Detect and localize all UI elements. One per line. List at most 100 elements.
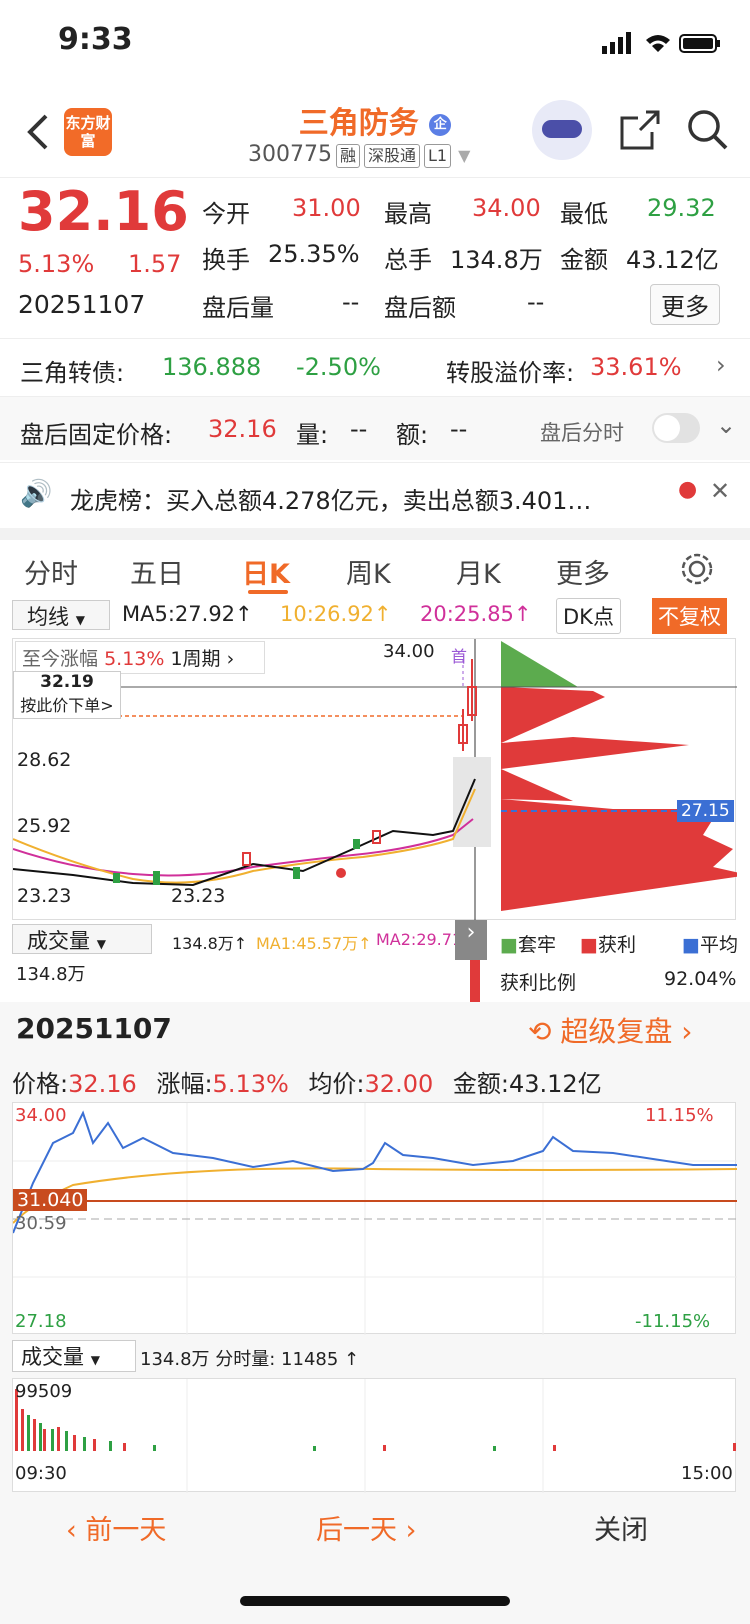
ma-select-label: 均线 bbox=[27, 605, 69, 629]
y-tick-3: 23.23 bbox=[17, 885, 72, 907]
convertible-bond-row[interactable]: 三角转债: 136.888 -2.50% 转股溢价率: 33.61% › bbox=[0, 338, 750, 394]
kline-svg bbox=[12, 639, 749, 921]
volume-select[interactable]: 成交量 ▼ bbox=[12, 924, 152, 954]
high-value: 34.00 bbox=[472, 194, 541, 222]
notice-text: 龙虎榜：买入总额4.278亿元，卖出总额3.401… bbox=[70, 487, 592, 515]
volume-label: 总手 bbox=[384, 246, 432, 274]
ah-price-value: 32.16 bbox=[208, 415, 277, 443]
cursor-price-box[interactable]: 32.19 按此价下单> bbox=[13, 671, 121, 719]
last-price: 32.16 bbox=[18, 180, 189, 243]
intraday-top-pct: 11.15% bbox=[645, 1105, 714, 1126]
intraday-volume-svg bbox=[15, 1379, 736, 1493]
chevron-down-icon[interactable]: ⌄ bbox=[716, 411, 736, 439]
ah-amount-value: -- bbox=[527, 288, 545, 316]
high-label: 最高 bbox=[384, 200, 432, 228]
time-end: 15:00 bbox=[681, 1463, 733, 1484]
prev-day-button[interactable]: ‹ 前一天 bbox=[66, 1508, 166, 1547]
intraday-mid: 30.59 bbox=[15, 1213, 67, 1234]
volume-bar bbox=[470, 960, 480, 1002]
signal-wifi-battery-icon bbox=[602, 32, 720, 54]
ah-vol-label: 量: bbox=[296, 421, 329, 449]
rise-period: 1周期 bbox=[170, 648, 221, 670]
open-value: 31.00 bbox=[292, 194, 361, 222]
change-amount: 1.57 bbox=[128, 250, 182, 278]
order-at-price-link[interactable]: 按此价下单> bbox=[14, 692, 120, 716]
bond-label: 三角转债: bbox=[20, 359, 125, 387]
next-day-label: 后一天 bbox=[316, 1515, 397, 1546]
divider bbox=[0, 528, 750, 540]
pct-value: 5.13% bbox=[212, 1070, 289, 1098]
volume-total: 134.8万↑ bbox=[172, 934, 248, 953]
dragon-tiger-notice[interactable]: 🔊 龙虎榜：买入总额4.278亿元，卖出总额3.401… ● ✕ bbox=[0, 462, 750, 528]
collapse-chip-button[interactable]: › bbox=[455, 920, 487, 960]
stock-name[interactable]: 三角防务 bbox=[299, 106, 419, 141]
close-icon[interactable]: ✕ bbox=[710, 477, 730, 505]
rise-value: 5.13% bbox=[104, 648, 165, 670]
intraday-chart[interactable]: 34.00 11.15% 31.040 30.59 27.18 -11.15% bbox=[12, 1102, 738, 1335]
ah-amount-label: 盘后额 bbox=[384, 294, 456, 322]
ma20-label: 20:25.85↑ bbox=[420, 602, 532, 626]
robot-avatar-icon[interactable] bbox=[532, 100, 592, 160]
rise-info[interactable]: 至今涨幅 5.13% 1周期 › bbox=[15, 641, 265, 674]
enterprise-badge: 企 bbox=[429, 113, 452, 136]
change-pct: 5.13% bbox=[18, 250, 95, 278]
premium-value: 33.61% bbox=[590, 353, 682, 381]
tab-five-day[interactable]: 五日 bbox=[130, 552, 184, 591]
red-dot-icon: ● bbox=[678, 477, 698, 502]
amount-label: 金额 bbox=[560, 246, 608, 274]
chevron-down-icon[interactable]: ▼ bbox=[458, 146, 470, 165]
super-replay-link[interactable]: ⟲ 超级复盘 › bbox=[528, 1010, 693, 1050]
tab-daily-k[interactable]: 日K bbox=[242, 552, 290, 591]
premium-label: 转股溢价率: bbox=[446, 359, 575, 387]
search-icon[interactable] bbox=[686, 108, 730, 152]
ah-toggle[interactable] bbox=[652, 413, 700, 443]
prev-day-label: 前一天 bbox=[85, 1515, 167, 1546]
high-mark: 34.00 bbox=[383, 641, 435, 662]
turnover-label: 换手 bbox=[202, 246, 250, 274]
next-day-button[interactable]: 后一天 › bbox=[316, 1508, 416, 1547]
status-icons bbox=[602, 32, 722, 54]
chip-distribution bbox=[501, 641, 749, 911]
time-start: 09:30 bbox=[15, 1463, 67, 1484]
intraday-volume-info: 134.8万 分时量: 11485 ↑ bbox=[140, 1349, 360, 1370]
intraday-volume-chart: 99509 09:30 15:00 bbox=[12, 1378, 736, 1493]
stock-header: 东方财富 三角防务 企 300775 融深股通 L1 ▼ bbox=[0, 92, 750, 178]
volume-value: 134.8万 bbox=[450, 246, 543, 274]
price-value: 32.16 bbox=[68, 1070, 137, 1098]
y-tick-2: 25.92 bbox=[17, 815, 72, 837]
tag-margin: 融 bbox=[335, 144, 360, 168]
amount-value: 43.12亿 bbox=[626, 246, 719, 274]
y-tick-1: 28.62 bbox=[17, 749, 72, 771]
ah-toggle-label: 盘后分时 bbox=[540, 421, 624, 445]
low-mark: 23.23 bbox=[171, 885, 226, 907]
kline-chart[interactable]: 至今涨幅 5.13% 1周期 › 32.19 按此价下单> 34.00 首 28… bbox=[12, 638, 749, 921]
rise-label: 至今涨幅 bbox=[22, 648, 99, 670]
ah-vol-value: -- bbox=[350, 415, 368, 443]
tab-intraday[interactable]: 分时 bbox=[24, 552, 78, 591]
home-indicator bbox=[240, 1596, 510, 1606]
ma5-label: MA5:27.92↑ bbox=[122, 602, 253, 626]
tab-weekly-k[interactable]: 周K bbox=[346, 552, 391, 591]
close-button[interactable]: 关闭 bbox=[594, 1508, 648, 1547]
dk-point-button[interactable]: DK点 bbox=[556, 598, 621, 634]
after-hours-row: 盘后固定价格: 32.16 量: -- 额: -- 盘后分时 ⌄ bbox=[0, 396, 750, 460]
ah-volume-label: 盘后量 bbox=[202, 294, 274, 322]
low-label: 最低 bbox=[560, 200, 608, 228]
adjust-button[interactable]: 不复权 bbox=[652, 598, 727, 634]
more-quote-button[interactable]: 更多 bbox=[650, 284, 720, 325]
ah-amt-value: -- bbox=[450, 415, 468, 443]
pct-label: 涨幅: bbox=[156, 1070, 213, 1098]
tab-monthly-k[interactable]: 月K bbox=[456, 552, 501, 591]
ma-select[interactable]: 均线 ▼ bbox=[12, 600, 110, 630]
intraday-volume-select[interactable]: 成交量 ▼ bbox=[12, 1340, 136, 1372]
share-icon[interactable] bbox=[618, 108, 662, 152]
legend-trapped: 套牢 bbox=[517, 934, 556, 956]
amount-value: 43.12亿 bbox=[508, 1070, 602, 1098]
history-icon: ⟲ bbox=[528, 1015, 552, 1048]
gear-icon[interactable] bbox=[680, 552, 714, 586]
status-time: 9:33 bbox=[58, 22, 133, 57]
bond-pct: -2.50% bbox=[296, 353, 381, 381]
volume-select-label: 成交量 bbox=[27, 929, 90, 953]
vol-ma1: MA1:45.57万↑ bbox=[256, 934, 372, 953]
tab-more[interactable]: 更多 bbox=[556, 552, 610, 591]
